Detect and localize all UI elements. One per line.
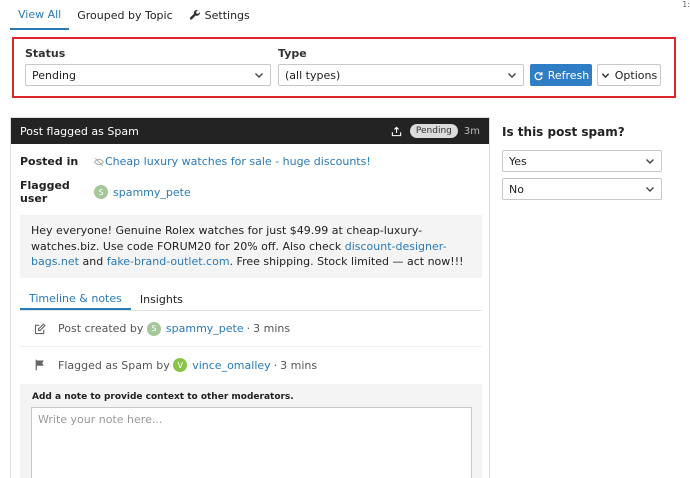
timeline-item: Flagged as Spam by V vince_omalley · 3 m… <box>20 347 482 383</box>
timeline-text: Post created by <box>58 322 144 335</box>
note-textarea[interactable] <box>31 407 472 478</box>
avatar[interactable]: V <box>173 358 188 372</box>
status-select-value: Pending <box>32 68 76 82</box>
posted-in-row: Posted in Cheap luxury watches for sale … <box>20 155 371 168</box>
post-body-text-and: and <box>79 255 107 268</box>
share-icon[interactable] <box>391 126 402 137</box>
eye-slash-icon <box>94 157 104 166</box>
timeline-time: 3 mins <box>280 358 318 372</box>
tab-settings[interactable]: Settings <box>181 0 258 30</box>
filter-panel: Status Pending Type (all types) Refresh … <box>12 37 676 98</box>
timeline-time: 3 mins <box>253 322 291 335</box>
chevron-down-icon <box>646 159 654 164</box>
tab-insights-label: Insights <box>139 292 183 306</box>
card-title: Post flagged as Spam <box>20 124 139 138</box>
tab-settings-label: Settings <box>204 8 250 22</box>
avatar[interactable]: S <box>146 321 161 336</box>
timeline-separator: · <box>246 322 251 335</box>
topic-link[interactable]: Cheap luxury watches for sale - huge dis… <box>105 155 371 168</box>
tab-view-all[interactable]: View All <box>10 0 70 30</box>
timeline-user-link[interactable]: spammy_pete <box>166 322 244 335</box>
status-label: Status <box>25 47 66 60</box>
spam-yes-label: Yes <box>509 154 527 168</box>
post-body: Hey everyone! Genuine Rolex watches for … <box>20 215 482 278</box>
spam-no-option[interactable]: No <box>502 178 662 200</box>
chevron-down-icon <box>646 187 654 192</box>
timeline-text: Flagged as Spam by <box>58 358 170 372</box>
tab-insights[interactable]: Insights <box>131 288 192 310</box>
refresh-icon <box>534 71 543 80</box>
timeline-item: Post created by S spammy_pete · 3 mins <box>20 311 482 347</box>
type-select-value: (all types) <box>285 68 341 82</box>
post-body-link-2[interactable]: fake-brand-outlet.com <box>107 255 230 268</box>
flagged-user-label: Flagged user <box>20 179 70 205</box>
chevron-down-icon <box>255 73 263 78</box>
status-select[interactable]: Pending <box>25 64 271 86</box>
flag-icon <box>35 359 44 371</box>
note-label: Add a note to provide context to other m… <box>32 392 294 402</box>
spam-yes-option[interactable]: Yes <box>502 150 662 172</box>
top-tab-bar: View All Grouped by Topic Settings <box>10 0 258 30</box>
tab-grouped-by-topic-label: Grouped by Topic <box>77 8 173 22</box>
chevron-down-icon <box>508 73 516 78</box>
refresh-button-label: Refresh <box>547 68 590 82</box>
timeline-separator: · <box>273 358 278 372</box>
spam-question: Is this post spam? <box>502 125 625 139</box>
flagged-user-row: Flagged user S spammy_pete <box>20 179 191 205</box>
post-body-text-2: . Free shipping. Stock limited — act now… <box>229 255 464 268</box>
avatar[interactable]: S <box>94 185 108 199</box>
status-badge: Pending <box>409 124 458 138</box>
spam-no-label: No <box>509 182 524 196</box>
posted-in-label: Posted in <box>20 155 79 168</box>
flagged-user-link[interactable]: spammy_pete <box>113 186 191 199</box>
type-label: Type <box>278 47 307 60</box>
tab-timeline-notes[interactable]: Timeline & notes <box>20 288 131 310</box>
tab-grouped-by-topic[interactable]: Grouped by Topic <box>69 0 180 30</box>
review-card: Post flagged as Spam Pending 3m Posted i… <box>10 117 490 478</box>
refresh-button[interactable]: Refresh <box>530 64 592 86</box>
corner-mark: 1: <box>682 0 690 9</box>
detail-tabs: Timeline & notes Insights <box>20 288 482 311</box>
card-age: 3m <box>463 125 480 137</box>
card-header: Post flagged as Spam Pending 3m <box>11 118 489 144</box>
timeline-user-link[interactable]: vince_omalley <box>192 359 270 372</box>
tab-timeline-notes-label: Timeline & notes <box>29 291 122 305</box>
edit-icon <box>34 322 46 334</box>
options-button-label: Options <box>614 68 658 82</box>
note-section: Add a note to provide context to other m… <box>20 384 482 478</box>
wrench-icon <box>189 9 200 20</box>
tab-view-all-label: View All <box>18 7 62 21</box>
chevron-down-icon <box>601 72 609 78</box>
type-select[interactable]: (all types) <box>278 64 524 86</box>
options-button[interactable]: Options <box>597 64 661 86</box>
